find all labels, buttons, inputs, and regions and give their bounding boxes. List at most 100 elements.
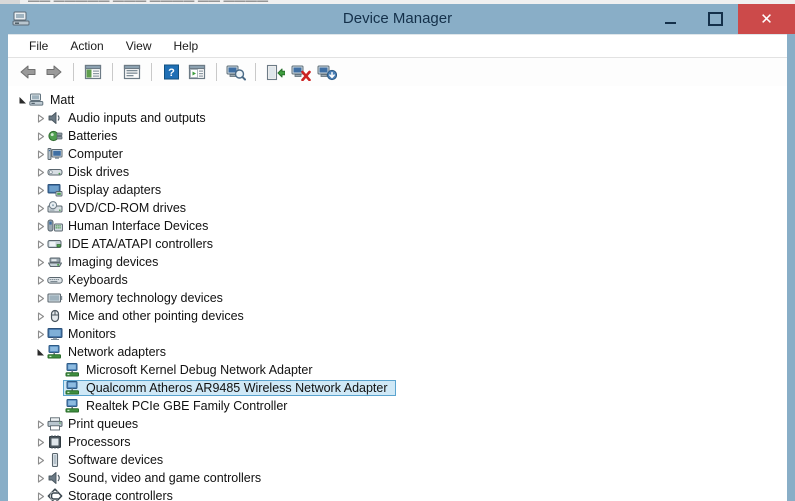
tree-item-content: Imaging devices	[45, 254, 166, 270]
tree-row[interactable]: Monitors	[8, 325, 787, 343]
tree-item-content: Sound, video and game controllers	[45, 470, 269, 486]
menu-view[interactable]: View	[115, 37, 163, 55]
tree-row[interactable]: Computer	[8, 145, 787, 163]
menu-help[interactable]: Help	[163, 37, 210, 55]
tree-item-label: Mice and other pointing devices	[68, 309, 244, 323]
tree-row[interactable]: Mice and other pointing devices	[8, 307, 787, 325]
uninstall-device-icon[interactable]	[289, 60, 313, 84]
tree-item-content: Processors	[45, 434, 139, 450]
svg-text:?: ?	[168, 67, 175, 79]
speaker-icon	[47, 110, 63, 126]
display-adapter-icon	[47, 182, 63, 198]
tree-row[interactable]: Audio inputs and outputs	[8, 109, 787, 127]
tree-item-label: Memory technology devices	[68, 291, 223, 305]
scan-view-icon[interactable]	[185, 60, 209, 84]
imaging-device-icon	[47, 254, 63, 270]
tree-item-content: Realtek PCIe GBE Family Controller	[63, 398, 295, 414]
tree-item-label: Software devices	[68, 453, 164, 467]
toolbar-separator	[73, 63, 74, 81]
tree-item-label: Qualcomm Atheros AR9485 Wireless Network…	[86, 381, 388, 395]
processor-icon	[47, 434, 63, 450]
update-driver-icon[interactable]	[263, 60, 287, 84]
disk-drive-icon	[47, 164, 63, 180]
battery-icon	[47, 128, 63, 144]
tree-item-label: IDE ATA/ATAPI controllers	[68, 237, 213, 251]
monitor-icon	[47, 326, 63, 342]
tree-row[interactable]: Software devices	[8, 451, 787, 469]
close-icon: ✕	[760, 10, 773, 28]
forward-icon[interactable]	[42, 60, 66, 84]
toolbar-separator	[216, 63, 217, 81]
tree-row[interactable]: IDE ATA/ATAPI controllers	[8, 235, 787, 253]
tree-item-label: Storage controllers	[68, 489, 173, 501]
tree-item-content: Microsoft Kernel Debug Network Adapter	[63, 362, 321, 378]
tree-row[interactable]: Storage controllers	[8, 487, 787, 501]
screen: —— ————— ——— ———— —— ———— Device Manager…	[0, 0, 795, 501]
tree-item-label: Microsoft Kernel Debug Network Adapter	[86, 363, 313, 377]
software-device-icon	[47, 452, 63, 468]
tree-item-label: Human Interface Devices	[68, 219, 209, 233]
tree-item-label: DVD/CD-ROM drives	[68, 201, 187, 215]
tree-row[interactable]: Network adapters	[8, 343, 787, 361]
tree-row-selected[interactable]: Qualcomm Atheros AR9485 Wireless Network…	[8, 379, 787, 397]
tree-row[interactable]: DVD/CD-ROM drives	[8, 199, 787, 217]
close-button[interactable]: ✕	[738, 4, 795, 34]
memory-device-icon	[47, 290, 63, 306]
tree-row[interactable]: Processors	[8, 433, 787, 451]
menu-file[interactable]: File	[18, 37, 59, 55]
tree-item-content: DVD/CD-ROM drives	[45, 200, 194, 216]
tree-row[interactable]: Microsoft Kernel Debug Network Adapter	[8, 361, 787, 379]
disable-device-icon[interactable]	[315, 60, 339, 84]
device-tree[interactable]: Matt Audio inputs and outputs Batteries Com…	[8, 86, 787, 501]
tree-item-label: Keyboards	[68, 273, 128, 287]
tree-item-label: Audio inputs and outputs	[68, 111, 206, 125]
tree-item-content: Display adapters	[45, 182, 169, 198]
tree-item-label: Imaging devices	[68, 255, 159, 269]
tree-item-label: Print queues	[68, 417, 139, 431]
show-hide-console-tree-icon[interactable]	[81, 60, 105, 84]
tree-item-content: IDE ATA/ATAPI controllers	[45, 236, 221, 252]
menu-action[interactable]: Action	[59, 37, 114, 55]
tree-item-label: Realtek PCIe GBE Family Controller	[86, 399, 288, 413]
computer-icon	[47, 146, 63, 162]
storage-controller-icon	[47, 488, 63, 501]
network-adapter-icon	[47, 344, 63, 360]
network-adapter-icon	[65, 362, 81, 378]
tree-row[interactable]: Batteries	[8, 127, 787, 145]
maximize-button[interactable]	[693, 4, 738, 34]
tree-item-content: Monitors	[45, 326, 124, 342]
tree-row[interactable]: Memory technology devices	[8, 289, 787, 307]
toolbar: ?	[8, 58, 787, 87]
tree-item-content: Matt	[27, 92, 82, 108]
tree-item-content: Storage controllers	[45, 488, 181, 501]
sound-controller-icon	[47, 470, 63, 486]
dvd-drive-icon	[47, 200, 63, 216]
tree-row[interactable]: Matt	[8, 91, 787, 109]
toolbar-separator	[151, 63, 152, 81]
tree-row[interactable]: Display adapters	[8, 181, 787, 199]
scan-for-hardware-changes-icon[interactable]	[224, 60, 248, 84]
tree-item-label: Batteries	[68, 129, 118, 143]
tree-row[interactable]: Keyboards	[8, 271, 787, 289]
minimize-button[interactable]	[648, 4, 693, 34]
keyboard-icon	[47, 272, 63, 288]
tree-row[interactable]: Imaging devices	[8, 253, 787, 271]
tree-row[interactable]: Sound, video and game controllers	[8, 469, 787, 487]
tree-item-label: Disk drives	[68, 165, 130, 179]
device-manager-window: Device Manager ✕ File Action View Help ? Ma…	[0, 4, 795, 501]
tree-item-content: Network adapters	[45, 344, 174, 360]
computer-root-icon	[29, 92, 45, 108]
properties-icon[interactable]	[120, 60, 144, 84]
ide-controller-icon	[47, 236, 63, 252]
back-icon[interactable]	[16, 60, 40, 84]
menu-bar: File Action View Help	[8, 35, 787, 58]
tree-item-content: Disk drives	[45, 164, 137, 180]
help-icon[interactable]: ?	[159, 60, 183, 84]
tree-item-label: Monitors	[68, 327, 116, 341]
tree-row[interactable]: Print queues	[8, 415, 787, 433]
tree-item-label: Sound, video and game controllers	[68, 471, 262, 485]
tree-item-content: Computer	[45, 146, 131, 162]
tree-row[interactable]: Human Interface Devices	[8, 217, 787, 235]
tree-row[interactable]: Disk drives	[8, 163, 787, 181]
tree-row[interactable]: Realtek PCIe GBE Family Controller	[8, 397, 787, 415]
